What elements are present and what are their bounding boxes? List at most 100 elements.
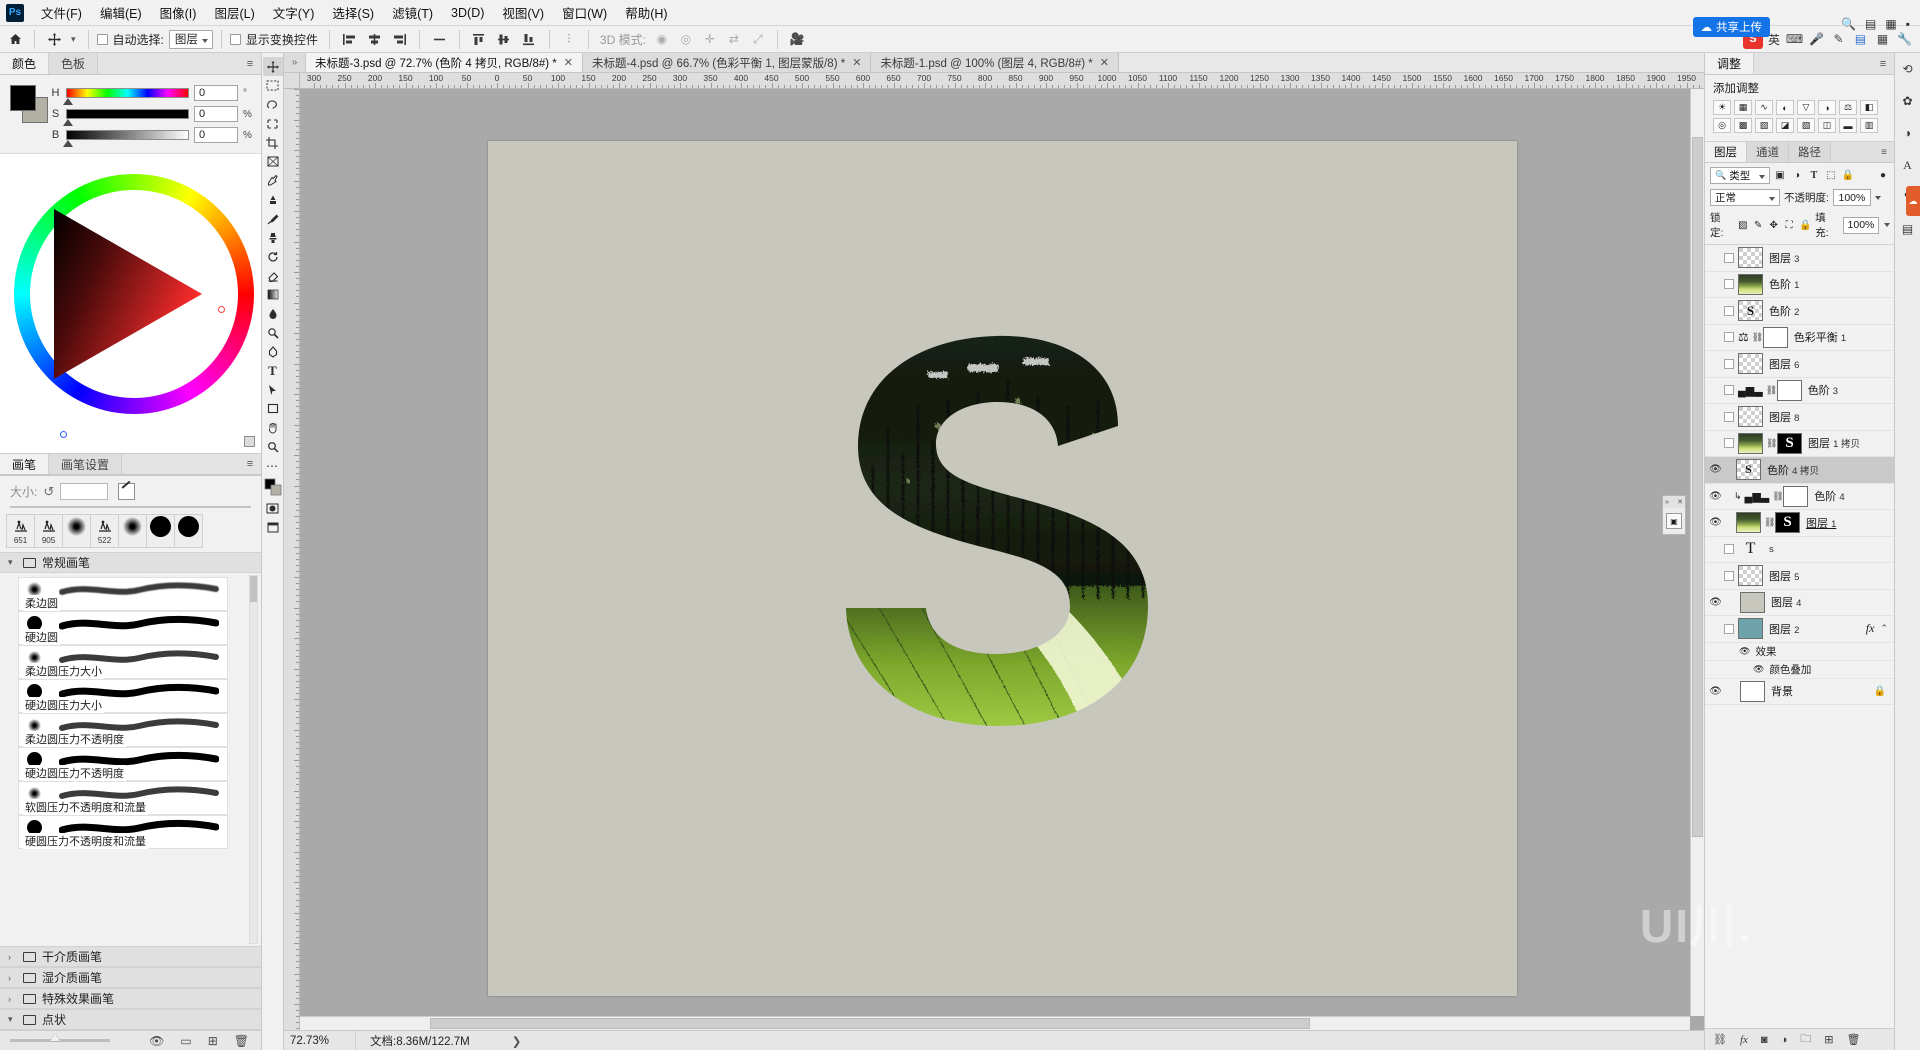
spot-healing-brush-tool[interactable] <box>263 190 283 209</box>
layer-name[interactable]: 图层 5 <box>1763 568 1799 584</box>
layer-name[interactable]: 色阶 3 <box>1802 382 1838 398</box>
brightness-slider[interactable] <box>66 130 189 140</box>
curves-icon[interactable]: ∿ <box>1755 100 1773 115</box>
frame-tool[interactable] <box>263 152 283 171</box>
hue-thumb[interactable] <box>63 98 73 105</box>
brush-group-wet-media[interactable]: › 湿介质画笔 <box>0 967 261 988</box>
layer-name[interactable]: 色阶 4 <box>1808 488 1844 504</box>
horizontal-ruler[interactable]: 3002502001501005005010015020025030035040… <box>300 73 1704 89</box>
menu-type[interactable]: 文字(Y) <box>264 0 324 26</box>
close-icon[interactable]: ✕ <box>1100 56 1109 69</box>
menu-3d[interactable]: 3D(D) <box>442 2 493 24</box>
menu-layer[interactable]: 图层(L) <box>205 0 263 26</box>
table-row[interactable]: 👁 ↳ ▄▆▃ ⛓ 色阶 4 <box>1705 484 1894 511</box>
rectangular-marquee-tool[interactable] <box>263 76 283 95</box>
blend-mode-dropdown[interactable]: 正常 <box>1710 189 1780 206</box>
brush-preset[interactable] <box>174 514 203 548</box>
group-icon[interactable]: 🗀 <box>1800 1030 1811 1049</box>
layer-name[interactable]: 图层 2 <box>1763 621 1799 637</box>
tab-channels[interactable]: 通道 <box>1747 142 1789 162</box>
saturation-value[interactable]: 0 <box>194 106 238 122</box>
layer-checkbox[interactable] <box>1724 253 1734 263</box>
align-right-edges-icon[interactable] <box>388 29 411 50</box>
pen-icon[interactable]: ✎ <box>1829 30 1848 49</box>
brush-item[interactable]: 柔边圆压力不透明度 <box>18 713 228 747</box>
character-rail-icon[interactable]: A <box>1898 155 1918 175</box>
new-layer-icon[interactable]: ⊞ <box>1824 1033 1833 1046</box>
color-balance-icon[interactable]: ⚖ <box>1839 100 1857 115</box>
quick-mask-mode-button[interactable] <box>263 499 283 518</box>
color-selector-marker[interactable] <box>60 431 67 438</box>
layer-checkbox[interactable] <box>1724 544 1734 554</box>
layer-name[interactable]: 图层 4 <box>1765 594 1801 610</box>
layer-name[interactable]: 背景 <box>1765 683 1793 699</box>
canvas-scroll-area[interactable] <box>300 89 1704 1030</box>
type-tool[interactable]: T <box>263 361 283 380</box>
pen-tool[interactable] <box>263 342 283 361</box>
table-row[interactable]: 👁 T s <box>1705 537 1894 564</box>
brush-group-dry-media[interactable]: › 干介质画笔 <box>0 946 261 967</box>
fx-icon[interactable]: fx <box>1740 1034 1748 1046</box>
layer-name[interactable]: 图层 3 <box>1763 250 1799 266</box>
gradient-tool[interactable] <box>263 285 283 304</box>
table-row[interactable]: 👁 图层 8 <box>1705 404 1894 431</box>
adjustment-filter-icon[interactable]: ◑ <box>1790 168 1804 183</box>
zoom-tool[interactable] <box>263 437 283 456</box>
document-tab[interactable]: 未标题-3.psd @ 72.7% (色阶 4 拷贝, RGB/8#) * ✕ <box>306 53 583 72</box>
close-icon[interactable]: ✕ <box>1677 498 1683 506</box>
brush-preset[interactable] <box>118 514 147 548</box>
lock-position-icon[interactable]: ✥ <box>1768 220 1778 231</box>
menu-filter[interactable]: 滤镜(T) <box>383 0 442 26</box>
channel-mixer-icon[interactable]: ▩ <box>1734 118 1752 133</box>
visibility-toggle[interactable]: 👁 <box>1707 438 1724 449</box>
image-icon[interactable]: ▤ <box>1851 30 1870 49</box>
table-row[interactable]: 👁 图层 2 fx ⌃ <box>1705 616 1894 643</box>
object-selection-tool[interactable] <box>263 114 283 133</box>
brush-size-slider[interactable] <box>10 506 251 508</box>
type-filter-icon[interactable]: T <box>1807 168 1821 183</box>
layer-name[interactable]: 色阶 1 <box>1763 276 1799 292</box>
brush-list-scrollbar[interactable] <box>249 575 258 944</box>
table-row[interactable]: 👁 ⛓ S 图层 1 拷贝 <box>1705 431 1894 458</box>
link-mask-icon[interactable]: ⛓ <box>1772 491 1780 502</box>
screen-mode-button[interactable] <box>263 518 283 537</box>
layer-checkbox[interactable] <box>1724 359 1734 369</box>
photo-filter-icon[interactable]: ◎ <box>1713 118 1731 133</box>
new-brush-icon[interactable]: ⊞ <box>208 1034 218 1048</box>
menu-help[interactable]: 帮助(H) <box>616 0 676 26</box>
layer-checkbox[interactable] <box>1724 438 1734 448</box>
link-mask-icon[interactable]: ⛓ <box>1764 517 1772 528</box>
align-horizontal-centers-icon[interactable] <box>363 29 386 50</box>
layer-thumbnail[interactable] <box>1738 274 1763 295</box>
brush-item[interactable]: 柔边圆 <box>18 577 228 611</box>
table-row[interactable]: 👁 图层 3 <box>1705 245 1894 272</box>
auto-select-target-dropdown[interactable]: 图层 <box>169 30 213 49</box>
layer-thumbnail[interactable] <box>1740 681 1765 702</box>
align-vertical-centers-icon[interactable] <box>493 29 516 50</box>
threshold-icon[interactable]: ◫ <box>1818 118 1836 133</box>
lasso-tool[interactable] <box>263 95 283 114</box>
hand-tool[interactable] <box>263 418 283 437</box>
adjustments-panel-menu-icon[interactable]: ≡ <box>1872 53 1894 74</box>
visibility-toggle[interactable]: 👁 <box>1753 664 1764 675</box>
distribute-vertically-icon[interactable]: ⫶ <box>558 29 580 50</box>
blur-tool[interactable] <box>263 304 283 323</box>
hue-value[interactable]: 0 <box>194 85 238 101</box>
layer-mask-thumbnail[interactable] <box>1777 380 1802 401</box>
brush-group-general[interactable]: ▾ 常规画笔 <box>0 552 261 573</box>
scrollbar-thumb[interactable] <box>1692 137 1703 837</box>
table-row[interactable]: 👁 S 色阶 4 拷贝 <box>1705 457 1894 484</box>
status-expand-icon[interactable]: ❯ <box>470 1034 522 1048</box>
canvas-vertical-scrollbar[interactable] <box>1690 89 1704 1016</box>
history-icon[interactable]: ⟲ <box>1898 59 1918 79</box>
layer-thumbnail[interactable] <box>1738 565 1763 586</box>
posterize-icon[interactable]: ▧ <box>1797 118 1815 133</box>
gradient-map-icon[interactable]: ▬ <box>1839 118 1857 133</box>
clone-stamp-tool[interactable] <box>263 228 283 247</box>
layer-name[interactable]: 图层 1 <box>1800 515 1836 531</box>
slider-thumb[interactable] <box>50 1034 60 1041</box>
shape-filter-icon[interactable]: ⬚ <box>1824 168 1838 183</box>
lock-all-icon[interactable]: 🔒 <box>1799 220 1810 231</box>
visibility-toggle[interactable]: 👁 <box>1707 491 1724 502</box>
brush-item[interactable]: 硬边圆 <box>18 611 228 645</box>
